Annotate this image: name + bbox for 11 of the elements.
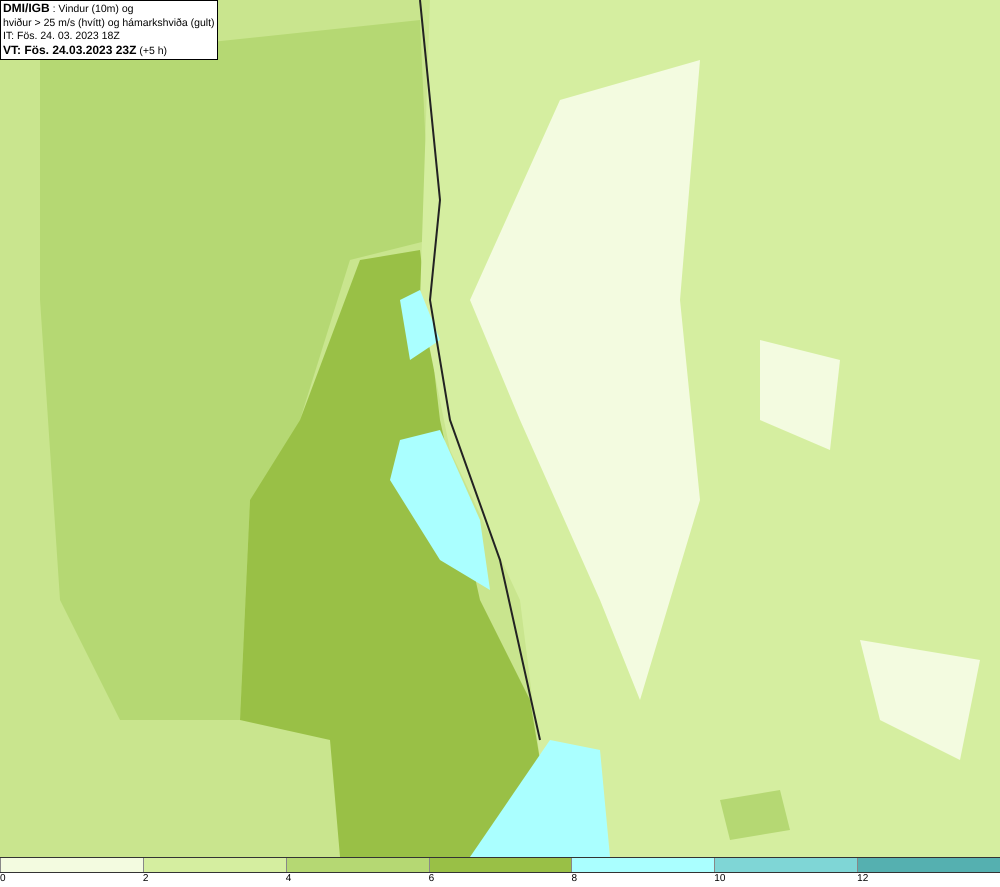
info-text: VT: Fös. 24.03.2023 23Z (+5 h)	[3, 44, 168, 58]
scale-label: 12	[857, 873, 868, 884]
info-text: DMI/IGB : Vindur (10m) og	[3, 2, 135, 16]
scale-label: 2	[142, 873, 148, 884]
info-text: hviður > 25 m/s (hvítt) og hámarkshviða (gult)	[3, 16, 215, 30]
scale-label: 6	[428, 873, 434, 884]
scale-label: 0	[0, 873, 6, 884]
scale-label: 4	[286, 873, 292, 884]
scale-label: 8	[571, 873, 577, 884]
info-text: IT: Fös. 24. 03. 2023 18Z	[3, 30, 121, 44]
scale-label: 10	[714, 873, 726, 884]
